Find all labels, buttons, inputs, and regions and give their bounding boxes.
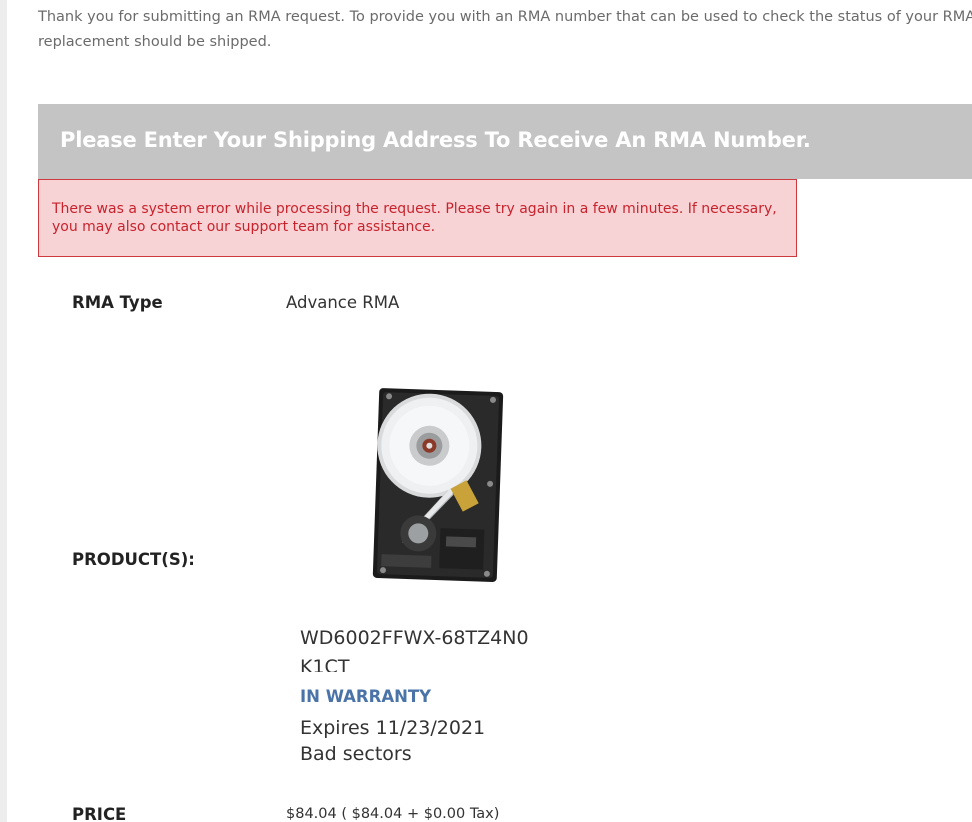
product-serial-text: K1CT xyxy=(300,656,350,672)
intro-text: Thank you for submitting an RMA request.… xyxy=(38,5,972,55)
rma-type-label: RMA Type xyxy=(72,293,163,312)
hard-drive-image xyxy=(370,386,504,584)
warranty-expires: Expires 11/23/2021 xyxy=(300,717,486,739)
warranty-status: IN WARRANTY xyxy=(300,687,432,706)
left-rail xyxy=(0,0,7,822)
hard-drive-icon xyxy=(372,388,504,583)
rma-page: Thank you for submitting an RMA request.… xyxy=(0,0,972,822)
price-value: $84.04 ( $84.04 + $0.00 Tax) xyxy=(286,806,500,822)
return-reason: Bad sectors xyxy=(300,743,412,765)
banner-title: Please Enter Your Shipping Address To Re… xyxy=(60,128,811,152)
price-label: PRICE xyxy=(72,805,127,822)
products-label: PRODUCT(S): xyxy=(72,550,195,569)
product-model: WD6002FFWX-68TZ4N0 xyxy=(300,627,529,649)
shipping-address-banner: Please Enter Your Shipping Address To Re… xyxy=(38,104,972,179)
product-serial: K1CT xyxy=(300,656,410,672)
error-message: There was a system error while processin… xyxy=(52,201,777,235)
intro-line-2: replacement should be shipped. xyxy=(38,34,272,50)
error-alert: There was a system error while processin… xyxy=(38,179,797,257)
rma-type-value: Advance RMA xyxy=(286,293,400,312)
intro-line-1: Thank you for submitting an RMA request.… xyxy=(38,9,972,25)
